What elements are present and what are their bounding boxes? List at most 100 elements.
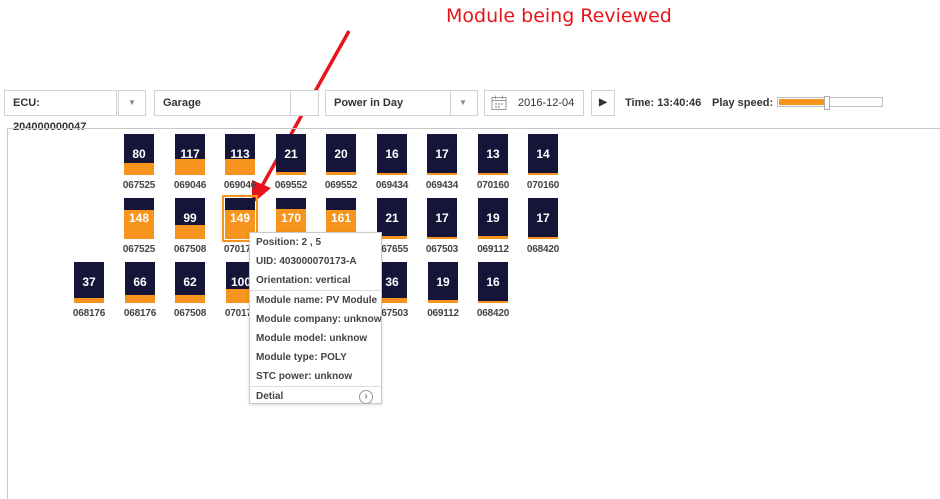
module-panel[interactable]: 21: [276, 134, 306, 175]
module-tile[interactable]: 16 069434: [376, 134, 411, 191]
module-layout-canvas: 80 067525 117 069046 113 069046 21 069552 20 0695…: [7, 128, 940, 499]
module-tile[interactable]: 17 068420: [527, 198, 562, 255]
module-tile[interactable]: 21 069552: [275, 134, 310, 191]
module-power-value: 113: [230, 147, 250, 161]
module-tile[interactable]: 117 069046: [174, 134, 209, 191]
module-power-fill: [528, 237, 558, 239]
module-panel[interactable]: 16: [377, 134, 407, 175]
module-power-value: 20: [334, 147, 348, 161]
module-uid: 069046: [173, 180, 207, 191]
module-power-value: 13: [486, 147, 500, 161]
module-panel[interactable]: 113: [225, 134, 255, 175]
module-power-value: 17: [435, 147, 449, 161]
view-value: Power in Day: [334, 97, 404, 109]
module-panel[interactable]: 20: [326, 134, 356, 175]
module-tile[interactable]: 148 067525: [123, 198, 158, 255]
module-panel[interactable]: 66: [125, 262, 155, 303]
module-tile[interactable]: 20 069552: [325, 134, 360, 191]
module-power-value: 62: [183, 275, 197, 289]
module-power-value: 21: [284, 147, 298, 161]
module-tile[interactable]: 16 068420: [477, 262, 512, 319]
module-power-fill: [427, 173, 457, 175]
module-tile[interactable]: 17 067503: [426, 198, 461, 255]
tooltip-module-model: Module model: unknow: [256, 333, 368, 344]
module-uid: 068420: [526, 244, 560, 255]
module-power-value: 117: [180, 147, 200, 161]
chevron-down-icon: ▼: [450, 91, 475, 115]
module-panel[interactable]: 19: [428, 262, 458, 303]
module-power-value: 80: [132, 147, 146, 161]
module-uid: 067525: [122, 244, 156, 255]
module-power-value: 17: [536, 211, 550, 225]
module-uid: 067508: [173, 308, 207, 319]
module-tile[interactable]: 13 070160: [477, 134, 512, 191]
ecu-dropdown-button[interactable]: ▼: [118, 90, 146, 116]
module-power-fill: [125, 295, 155, 303]
calendar-icon: [491, 95, 507, 119]
module-power-fill: [377, 173, 407, 175]
module-power-fill: [478, 173, 508, 175]
module-panel[interactable]: 16: [478, 262, 508, 303]
tooltip-uid: UID: 403000070173-A: [256, 256, 357, 267]
play-button[interactable]: ▶: [591, 90, 615, 116]
module-panel[interactable]: 62: [175, 262, 205, 303]
play-icon: ▶: [599, 97, 607, 108]
module-panel[interactable]: 17: [427, 198, 457, 239]
tooltip-module-company: Module company: unknow: [256, 314, 381, 325]
detail-label: Detial: [256, 391, 284, 402]
module-panel[interactable]: 17: [427, 134, 457, 175]
tooltip-detail-link[interactable]: Detial ›: [250, 387, 381, 406]
module-uid: 069112: [427, 308, 459, 319]
module-panel[interactable]: 148: [124, 198, 154, 239]
toolbar: ECU: 204000000047 ▼ Garage Power in Day …: [0, 88, 940, 133]
module-panel[interactable]: 99: [175, 198, 205, 239]
module-tile[interactable]: 80 067525: [123, 134, 158, 191]
module-tile[interactable]: 19 069112: [477, 198, 512, 255]
module-power-value: 16: [385, 147, 399, 161]
module-power-value: 99: [183, 211, 197, 225]
module-power-value: 161: [330, 211, 352, 225]
module-panel[interactable]: 14: [528, 134, 558, 175]
module-panel[interactable]: 19: [478, 198, 508, 239]
module-panel[interactable]: 17: [528, 198, 558, 239]
module-power-fill: [74, 298, 104, 303]
module-tile[interactable]: 21 067655: [376, 198, 411, 255]
module-tile[interactable]: 62 067508: [174, 262, 209, 319]
ecu-select[interactable]: ECU: 204000000047: [4, 90, 117, 133]
module-power-value: 14: [536, 147, 550, 161]
date-picker[interactable]: 2016-12-04: [484, 90, 584, 116]
module-tile[interactable]: 113 069046: [224, 134, 259, 191]
site-select[interactable]: Garage: [154, 90, 319, 116]
module-power-fill: [326, 172, 356, 175]
module-power-value: 19: [486, 211, 500, 225]
module-tile[interactable]: 19 069112: [427, 262, 462, 319]
module-uid: 067503: [425, 244, 459, 255]
module-uid: 068176: [123, 308, 157, 319]
time-label: Time: 13:40:46: [625, 97, 702, 109]
module-tile[interactable]: 99 067508: [174, 198, 209, 255]
play-speed-slider[interactable]: [777, 96, 883, 110]
site-caret-box: [290, 91, 315, 115]
module-power-value: 16: [486, 275, 500, 289]
view-select[interactable]: Power in Day ▼: [325, 90, 478, 116]
module-tile[interactable]: 14 070160: [527, 134, 562, 191]
play-speed-fill: [779, 99, 825, 105]
module-panel[interactable]: 80: [124, 134, 154, 175]
module-power-fill: [124, 163, 154, 175]
module-power-value: 149: [229, 211, 251, 225]
tooltip-stc-power: STC power: unknow: [250, 367, 381, 387]
play-speed-thumb[interactable]: [824, 96, 830, 110]
module-tile[interactable]: 36 067503: [376, 262, 411, 319]
module-power-fill: [427, 237, 457, 239]
date-value: 2016-12-04: [518, 97, 575, 109]
module-panel[interactable]: 13: [478, 134, 508, 175]
module-power-fill: [175, 159, 205, 175]
module-power-value: 148: [128, 211, 150, 225]
module-tile[interactable]: 66 068176: [124, 262, 159, 319]
module-tile[interactable]: 17 069434: [426, 134, 461, 191]
chevron-right-icon[interactable]: ›: [359, 390, 373, 404]
module-panel[interactable]: 117: [175, 134, 205, 175]
module-tile[interactable]: 37 068176: [73, 262, 108, 319]
module-power-value: 21: [385, 211, 399, 225]
module-panel[interactable]: 37: [74, 262, 104, 303]
